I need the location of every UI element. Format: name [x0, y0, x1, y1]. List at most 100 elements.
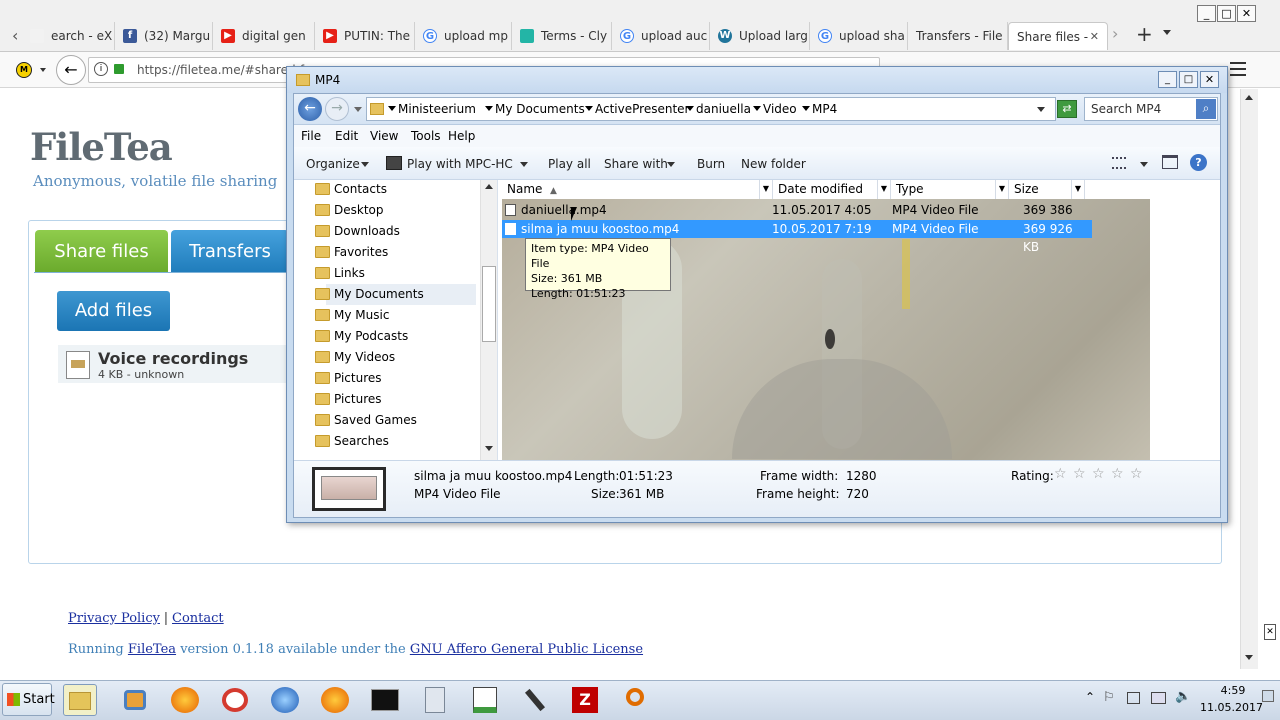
share-with-button[interactable]: Share with	[604, 157, 668, 171]
menu-edit[interactable]: Edit	[335, 129, 358, 143]
contact-link[interactable]: Contact	[172, 611, 224, 626]
browser-tab[interactable]: f (32) Margu	[115, 22, 213, 50]
breadcrumb-separator-icon[interactable]	[802, 106, 810, 111]
breadcrumb-item[interactable]: Ministeerium	[398, 102, 476, 116]
breadcrumb-item[interactable]: Video	[763, 102, 797, 116]
column-type-filter-icon[interactable]: ▼	[996, 180, 1009, 199]
activepresenter-taskbar-icon[interactable]	[118, 684, 152, 716]
breadcrumb-separator-icon[interactable]	[388, 106, 396, 111]
explorer-taskbar-icon[interactable]	[63, 684, 97, 716]
filezilla-taskbar-icon[interactable]: Z	[568, 684, 602, 716]
search-taskbar-icon[interactable]	[618, 684, 652, 716]
addon-dropdown-icon[interactable]	[40, 68, 46, 72]
nav-item[interactable]: My Music	[315, 305, 389, 326]
nav-item[interactable]: Desktop	[315, 200, 384, 221]
history-dropdown-icon[interactable]	[354, 107, 362, 112]
browser-tab[interactable]: Share files - ✕	[1008, 22, 1108, 50]
breadcrumb-item[interactable]: ActivePresenter	[595, 102, 689, 116]
clock-date[interactable]: 11.05.2017	[1200, 701, 1263, 714]
back-arrow-icon[interactable]: ←	[298, 97, 322, 121]
privacy-policy-link[interactable]: Privacy Policy	[68, 611, 160, 626]
nav-item[interactable]: Favorites	[315, 242, 388, 263]
help-icon[interactable]: ?	[1190, 154, 1207, 171]
play-all-button[interactable]: Play all	[548, 157, 591, 171]
microphone-taskbar-icon[interactable]	[518, 684, 552, 716]
tab-transfers[interactable]: Transfers	[171, 230, 289, 273]
close-button[interactable]: ✕	[1237, 5, 1256, 22]
nav-item[interactable]: Pictures	[315, 368, 382, 389]
tab-scroll-right-icon[interactable]: ›	[1112, 24, 1118, 43]
tab-list-dropdown-icon[interactable]	[1163, 30, 1171, 35]
browser-tab[interactable]: earch - eX	[22, 22, 115, 50]
file-row[interactable]: silma ja muu koostoo.mp4 10.05.2017 7:19 M…	[502, 220, 1092, 254]
breadcrumb-separator-icon[interactable]	[753, 106, 761, 111]
breadcrumb-separator-icon[interactable]	[485, 106, 493, 111]
flag-icon[interactable]: ⚐	[1103, 690, 1115, 705]
nav-item[interactable]: Pictures	[315, 389, 382, 410]
browser-tab[interactable]: Gupload sha	[810, 22, 908, 50]
tab-share-files[interactable]: Share files	[35, 230, 168, 273]
search-field[interactable]: Search MP4 ⌕	[1084, 97, 1218, 121]
side-panel-icon[interactable]: ✕	[1264, 624, 1276, 640]
explorer-close-button[interactable]: ✕	[1200, 71, 1219, 88]
column-type[interactable]: Type	[891, 180, 996, 199]
nav-item[interactable]: Contacts	[315, 180, 387, 200]
view-options-icon[interactable]	[1112, 157, 1126, 169]
firefox-2-taskbar-icon[interactable]	[318, 684, 352, 716]
column-name-filter-icon[interactable]: ▼	[760, 180, 773, 199]
show-desktop-button[interactable]	[1262, 690, 1274, 702]
organize-button[interactable]: Organize	[306, 157, 360, 171]
nav-item[interactable]: Downloads	[315, 221, 400, 242]
info-icon[interactable]: i	[94, 62, 108, 76]
tab-scroll-left-icon[interactable]: ‹	[12, 26, 18, 45]
site-logo[interactable]: FileTea	[30, 125, 173, 169]
thunderbird-taskbar-icon[interactable]	[268, 684, 302, 716]
column-name[interactable]: Name ▲	[502, 180, 760, 199]
nav-scrollbar[interactable]	[480, 180, 497, 460]
preview-pane-icon[interactable]	[1162, 155, 1178, 169]
chart-app-taskbar-icon[interactable]	[468, 684, 502, 716]
play-with-button[interactable]: Play with MPC-HC	[407, 157, 513, 171]
nav-item[interactable]: Saved Games	[315, 410, 417, 431]
menu-file[interactable]: File	[301, 129, 321, 143]
browser-tab[interactable]: Transfers - File	[908, 22, 1008, 50]
license-link[interactable]: GNU Affero General Public License	[410, 642, 643, 657]
nav-item[interactable]: My Videos	[315, 347, 395, 368]
browser-tab[interactable]: Gupload auc	[612, 22, 710, 50]
add-files-button[interactable]: Add files	[57, 291, 170, 331]
menu-help[interactable]: Help	[448, 129, 475, 143]
column-date-filter-icon[interactable]: ▼	[878, 180, 891, 199]
back-button[interactable]: ←	[56, 55, 86, 85]
explorer-maximize-button[interactable]: □	[1179, 71, 1198, 88]
refresh-icon[interactable]: ⇄	[1057, 100, 1077, 118]
clock-time[interactable]: 4:59	[1218, 684, 1248, 697]
new-tab-button[interactable]: +	[1136, 22, 1153, 46]
shared-file-row[interactable]: Voice recordings 4 KB - unknown	[58, 345, 288, 383]
address-dropdown-icon[interactable]	[1037, 107, 1045, 112]
browser-tab[interactable]: Terms - Cly	[512, 22, 612, 50]
burn-button[interactable]: Burn	[697, 157, 725, 171]
forward-arrow-icon[interactable]: →	[325, 97, 349, 121]
page-scrollbar[interactable]	[1240, 89, 1258, 669]
breadcrumb-separator-icon[interactable]	[686, 106, 694, 111]
cmd-taskbar-icon[interactable]	[368, 684, 402, 716]
browser-tab[interactable]: ▶ digital gen	[213, 22, 315, 50]
nav-item[interactable]: My Documents	[315, 284, 476, 305]
nav-item[interactable]: Links	[315, 263, 365, 284]
menu-tools[interactable]: Tools	[411, 129, 441, 143]
filetea-link[interactable]: FileTea	[128, 642, 176, 657]
network-icon[interactable]	[1151, 692, 1166, 704]
search-icon[interactable]: ⌕	[1196, 99, 1216, 119]
minimize-button[interactable]: _	[1197, 5, 1216, 22]
column-size[interactable]: Size	[1009, 180, 1072, 199]
tray-expand-icon[interactable]: ⌃	[1085, 690, 1095, 704]
breadcrumb-separator-icon[interactable]	[585, 106, 593, 111]
volume-icon[interactable]: 🔈	[1175, 689, 1191, 704]
file-row[interactable]: daniuella.mp4 11.05.2017 4:05 MP4 Video Fi…	[502, 201, 1092, 235]
nav-item[interactable]: Searches	[315, 431, 389, 452]
explorer-minimize-button[interactable]: _	[1158, 71, 1177, 88]
explorer-title-bar[interactable]: MP4 _ □ ✕	[287, 67, 1227, 93]
browser-tab[interactable]: Gupload mp	[415, 22, 512, 50]
ccleaner-taskbar-icon[interactable]	[218, 684, 252, 716]
breadcrumb-item[interactable]: daniuella	[696, 102, 751, 116]
